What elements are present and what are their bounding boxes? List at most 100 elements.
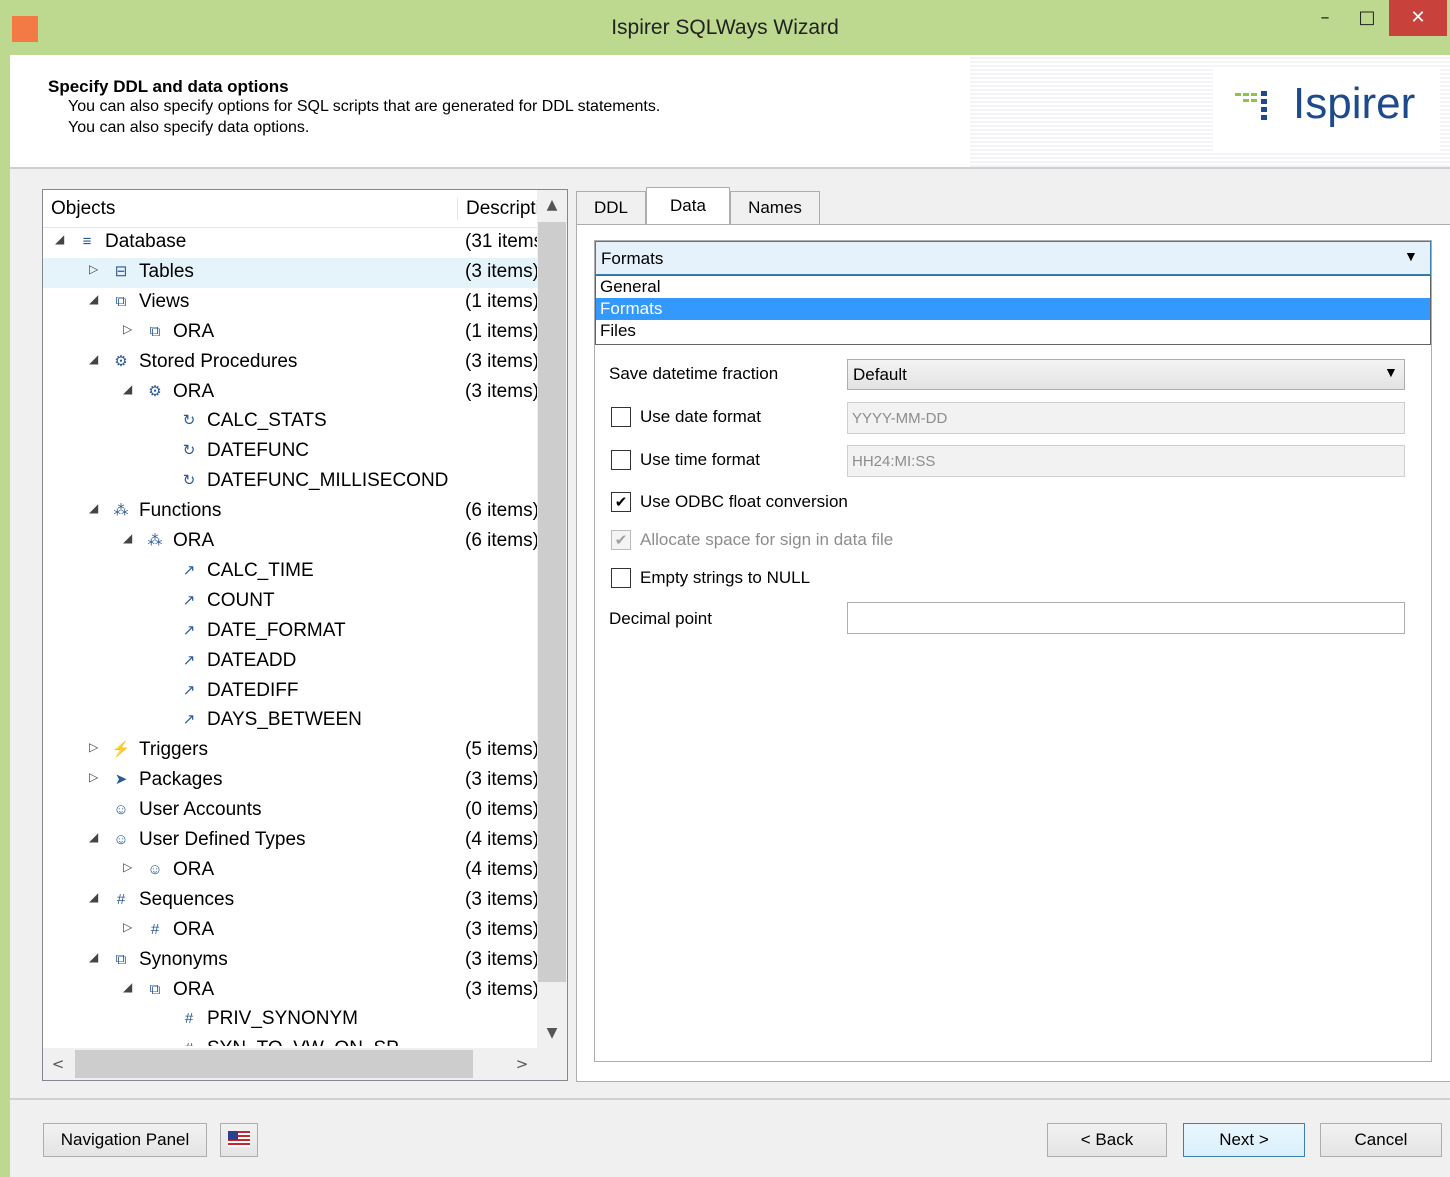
tree-row[interactable]: # PRIV_SYNONYM <box>43 1005 537 1035</box>
expand-arrow-icon[interactable]: ▷ <box>89 262 103 276</box>
minimize-button[interactable]: – <box>1305 0 1345 36</box>
tree-row[interactable]: ↗ DAYS_BETWEEN <box>43 706 537 736</box>
tree-row-label[interactable]: User Accounts <box>139 799 262 821</box>
objects-tree-panel[interactable]: Objects Description ◢ ≡ Database (31 items)… <box>42 189 568 1081</box>
dropdown-item-files[interactable]: Files <box>596 320 1430 342</box>
tab-ddl[interactable]: DDL <box>576 191 646 224</box>
tree-row[interactable]: ▷ ⚡ Triggers (5 items) <box>43 736 537 766</box>
dropdown-item-general[interactable]: General <box>596 276 1430 298</box>
tree-row-label[interactable]: Packages <box>139 769 222 791</box>
tree-row[interactable]: ◢ # Sequences (3 items) <box>43 886 537 916</box>
tree-row-label[interactable]: SYN_TO_VW_ON_SP <box>207 1038 399 1046</box>
maximize-button[interactable]: □ <box>1347 0 1387 36</box>
use-date-format-checkbox[interactable] <box>611 407 631 427</box>
tree-row[interactable]: # SYN_TO_VW_ON_SP <box>43 1035 537 1046</box>
tree-row-label[interactable]: DATEDIFF <box>207 680 298 702</box>
date-format-field[interactable]: YYYY-MM-DD <box>847 402 1405 434</box>
tree-row[interactable]: ☺ User Accounts (0 items) <box>43 796 537 826</box>
chevron-down-icon[interactable]: ▼ <box>1404 248 1418 264</box>
scroll-right-icon[interactable]: > <box>507 1048 537 1080</box>
tree-row-label[interactable]: Triggers <box>139 739 208 761</box>
tree-row[interactable]: ◢ ⁂ ORA (6 items) <box>43 527 537 557</box>
tree-row-label[interactable]: Synonyms <box>139 949 228 971</box>
tree-row-label[interactable]: DATEFUNC_MILLISECOND <box>207 470 448 492</box>
tree-row[interactable]: ◢ ⧉ Views (1 items) <box>43 288 537 318</box>
tree-row[interactable]: ↻ CALC_STATS <box>43 407 537 437</box>
tree-row-label[interactable]: DATEADD <box>207 650 296 672</box>
tree-row-label[interactable]: Functions <box>139 500 221 522</box>
title-bar[interactable]: Ispirer SQLWays Wizard – □ ✕ <box>0 0 1450 56</box>
language-button[interactable] <box>220 1123 258 1157</box>
tree-row-label[interactable]: ORA <box>173 381 214 403</box>
tree-row-label[interactable]: Stored Procedures <box>139 351 297 373</box>
column-header-description[interactable]: Description <box>457 198 537 220</box>
tree-row-label[interactable]: ORA <box>173 919 214 941</box>
scroll-left-icon[interactable]: < <box>43 1048 73 1080</box>
tree-row-label[interactable]: DATEFUNC <box>207 440 309 462</box>
objects-tree[interactable]: ◢ ≡ Database (31 items) ▷ ⊟ Tables (3 items) ◢ ⧉ V… <box>43 228 537 1046</box>
tree-row[interactable]: ↻ DATEFUNC <box>43 437 537 467</box>
option-category-dropdown[interactable]: General Formats Files <box>595 275 1431 345</box>
save-datetime-fraction-select[interactable]: Default ▼ <box>847 359 1405 390</box>
tree-horizontal-scrollbar[interactable]: < > <box>43 1048 537 1080</box>
tree-row[interactable]: ◢ ≡ Database (31 items) <box>43 228 537 258</box>
tree-row-label[interactable]: ORA <box>173 530 214 552</box>
scroll-thumb-horizontal[interactable] <box>75 1050 473 1078</box>
collapse-arrow-icon[interactable]: ◢ <box>89 501 103 515</box>
tree-row[interactable]: ▷ ⊟ Tables (3 items) <box>43 257 537 288</box>
tree-row[interactable]: ↗ COUNT <box>43 587 537 617</box>
time-format-field[interactable]: HH24:MI:SS <box>847 445 1405 477</box>
tree-row[interactable]: ◢ ⚙ Stored Procedures (3 items) <box>43 348 537 378</box>
tree-row-label[interactable]: ORA <box>173 979 214 1001</box>
tree-row[interactable]: ◢ ☺ User Defined Types (4 items) <box>43 826 537 856</box>
tree-vertical-scrollbar[interactable]: ▲ ▼ <box>537 190 567 1048</box>
tree-row-label[interactable]: DAYS_BETWEEN <box>207 709 362 731</box>
collapse-arrow-icon[interactable]: ◢ <box>89 890 103 904</box>
tree-row[interactable]: ▷ # ORA (3 items) <box>43 916 537 946</box>
option-category-combo[interactable]: Formats ▼ <box>595 241 1431 275</box>
collapse-arrow-icon[interactable]: ◢ <box>123 382 137 396</box>
tree-row[interactable]: ↗ DATE_FORMAT <box>43 617 537 647</box>
chevron-down-icon[interactable]: ▼ <box>1384 364 1398 380</box>
expand-arrow-icon[interactable]: ▷ <box>123 920 137 934</box>
tree-row[interactable]: ◢ ⁂ Functions (6 items) <box>43 497 537 527</box>
tab-data[interactable]: Data <box>646 187 730 225</box>
scroll-down-icon[interactable]: ▼ <box>537 1018 567 1048</box>
next-button[interactable]: Next > <box>1183 1123 1305 1157</box>
scroll-thumb[interactable] <box>538 222 566 982</box>
collapse-arrow-icon[interactable]: ◢ <box>89 950 103 964</box>
tree-row-label[interactable]: Sequences <box>139 889 234 911</box>
tree-row-label[interactable]: ORA <box>173 859 214 881</box>
collapse-arrow-icon[interactable]: ◢ <box>89 292 103 306</box>
tree-row[interactable]: ◢ ⧉ Synonyms (3 items) <box>43 946 537 976</box>
expand-arrow-icon[interactable]: ▷ <box>89 770 103 784</box>
odbc-float-conversion-checkbox[interactable]: ✔ <box>611 492 631 512</box>
tree-row-label[interactable]: COUNT <box>207 590 275 612</box>
column-header-objects[interactable]: Objects <box>51 198 115 220</box>
tree-row[interactable]: ▷ ⧉ ORA (1 items) <box>43 318 537 348</box>
tree-row-label[interactable]: Database <box>105 231 186 253</box>
odbc-float-conversion-label[interactable]: Use ODBC float conversion <box>640 492 848 512</box>
empty-strings-null-checkbox[interactable] <box>611 568 631 588</box>
tree-row[interactable]: ▷ ☺ ORA (4 items) <box>43 856 537 886</box>
tree-row-label[interactable]: CALC_TIME <box>207 560 314 582</box>
decimal-point-field[interactable] <box>847 602 1405 634</box>
tree-row[interactable]: ↗ CALC_TIME <box>43 557 537 587</box>
tree-row[interactable]: ↻ DATEFUNC_MILLISECOND <box>43 467 537 497</box>
tree-row-label[interactable]: PRIV_SYNONYM <box>207 1008 358 1030</box>
tree-row-label[interactable]: DATE_FORMAT <box>207 620 346 642</box>
use-time-format-checkbox[interactable] <box>611 450 631 470</box>
close-button[interactable]: ✕ <box>1389 0 1447 36</box>
expand-arrow-icon[interactable]: ▷ <box>89 740 103 754</box>
tree-row-label[interactable]: ORA <box>173 321 214 343</box>
tree-row-label[interactable]: User Defined Types <box>139 829 306 851</box>
scroll-up-icon[interactable]: ▲ <box>537 190 567 220</box>
navigation-panel-button[interactable]: Navigation Panel <box>43 1123 207 1157</box>
use-time-format-label[interactable]: Use time format <box>640 450 760 470</box>
back-button[interactable]: < Back <box>1047 1123 1167 1157</box>
tree-row-label[interactable]: Tables <box>139 261 194 283</box>
collapse-arrow-icon[interactable]: ◢ <box>123 531 137 545</box>
use-date-format-label[interactable]: Use date format <box>640 407 761 427</box>
expand-arrow-icon[interactable]: ▷ <box>123 860 137 874</box>
collapse-arrow-icon[interactable]: ◢ <box>123 980 137 994</box>
